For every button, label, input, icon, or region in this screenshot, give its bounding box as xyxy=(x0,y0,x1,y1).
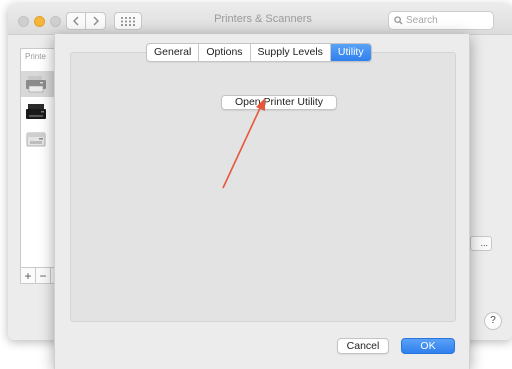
screen: Printers & Scanners Printe xyxy=(0,0,512,369)
printer-options-sheet: Open Printer Utility General Options Sup… xyxy=(54,34,470,369)
show-all-button[interactable] xyxy=(114,12,142,30)
utility-panel: Open Printer Utility xyxy=(70,52,456,322)
tab-supply-levels[interactable]: Supply Levels xyxy=(251,44,331,61)
ok-button[interactable]: OK xyxy=(401,338,455,354)
search-field[interactable] xyxy=(388,11,494,30)
laser-printer-icon xyxy=(26,104,46,119)
options-supplies-button[interactable]: ... xyxy=(470,236,492,251)
grid-icon xyxy=(121,16,135,26)
zoom-window-button[interactable] xyxy=(50,16,61,27)
window-title: Printers & Scanners xyxy=(214,13,312,25)
printer-icon xyxy=(26,76,46,93)
tab-options[interactable]: Options xyxy=(199,44,251,61)
close-window-button[interactable] xyxy=(18,16,29,27)
tab-bar: General Options Supply Levels Utility xyxy=(146,43,372,62)
chevron-left-icon xyxy=(73,16,79,26)
add-printer-button[interactable]: + xyxy=(21,268,36,283)
remove-printer-button[interactable]: − xyxy=(36,268,51,283)
forward-button[interactable] xyxy=(86,12,106,30)
tab-general[interactable]: General xyxy=(147,44,200,61)
minimize-window-button[interactable] xyxy=(34,16,45,27)
chevron-right-icon xyxy=(93,16,99,26)
title-bar: Printers & Scanners xyxy=(8,4,512,35)
open-printer-utility-button[interactable]: Open Printer Utility xyxy=(221,95,337,110)
back-button[interactable] xyxy=(66,12,86,30)
cancel-button[interactable]: Cancel xyxy=(337,338,389,354)
inkjet-printer-icon xyxy=(26,132,46,147)
help-button[interactable]: ? xyxy=(484,312,502,330)
tab-utility[interactable]: Utility xyxy=(330,44,371,61)
search-icon xyxy=(394,16,403,25)
printer-list-header: Printe xyxy=(25,52,46,61)
search-input[interactable] xyxy=(406,15,490,26)
